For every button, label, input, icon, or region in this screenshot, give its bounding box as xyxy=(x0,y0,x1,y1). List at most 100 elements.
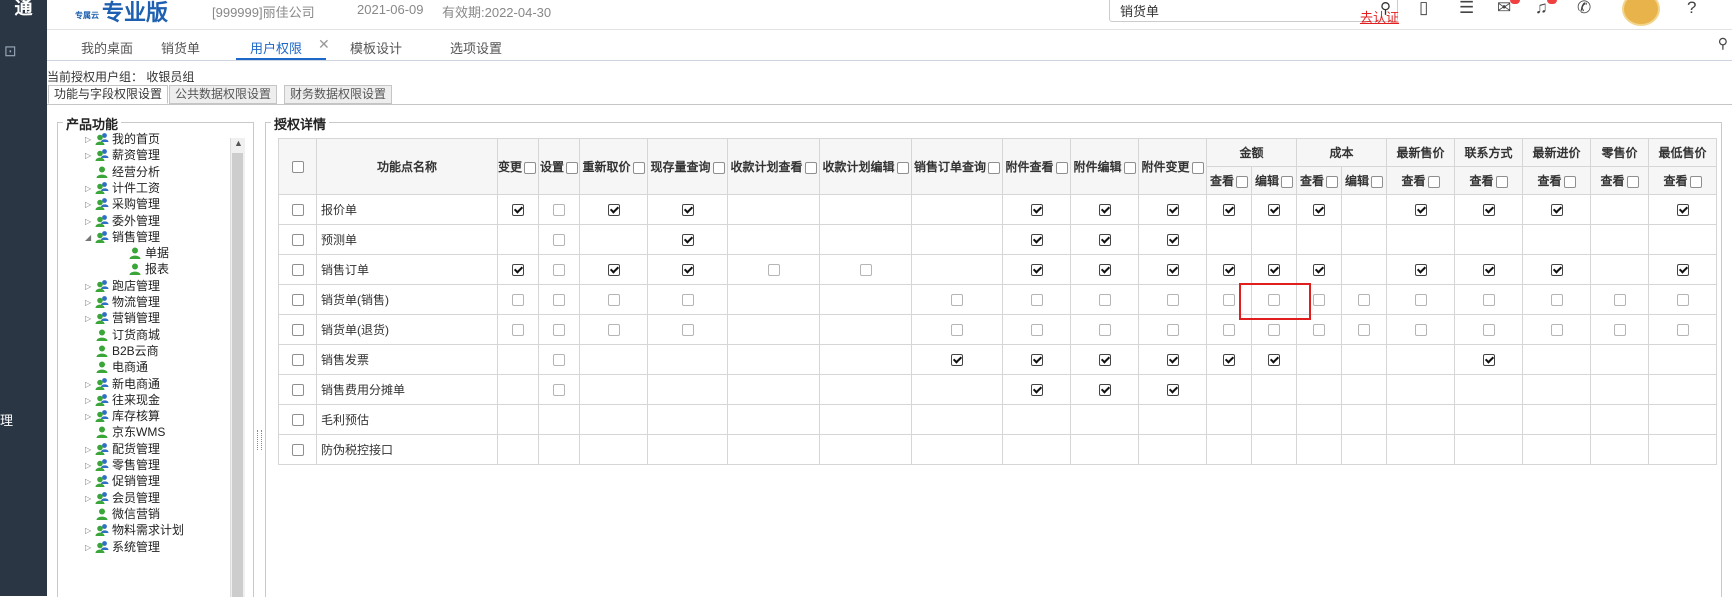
global-search[interactable]: ⚲ xyxy=(1109,0,1398,22)
column-header-checkbox[interactable] xyxy=(524,161,537,174)
permission-checkbox[interactable] xyxy=(1414,324,1427,337)
permission-checkbox-checked[interactable] xyxy=(681,264,694,277)
tree-item[interactable]: ▷ 配货管理 xyxy=(85,441,160,458)
tree-item[interactable]: 报表 xyxy=(118,261,169,278)
expand-arrow-icon[interactable]: ▷ xyxy=(85,473,95,490)
expand-arrow-icon[interactable]: ▷ xyxy=(85,196,95,213)
tree-item[interactable]: ▷ 我的首页 xyxy=(85,131,160,148)
tree-item[interactable]: ▷ 营销管理 xyxy=(85,310,160,327)
permission-checkbox-checked[interactable] xyxy=(1166,264,1179,277)
scroll-up-icon[interactable]: ▲ xyxy=(234,138,243,148)
permission-checkbox-checked[interactable] xyxy=(1223,264,1236,277)
permission-checkbox[interactable] xyxy=(512,294,524,307)
column-header-checkbox[interactable] xyxy=(1563,175,1576,188)
permission-checkbox[interactable] xyxy=(1482,324,1495,337)
permission-checkbox-checked[interactable] xyxy=(1268,264,1281,277)
tree-item[interactable]: ▷ 库存核算 xyxy=(85,408,160,425)
permission-checkbox[interactable] xyxy=(1550,294,1563,307)
permission-checkbox[interactable] xyxy=(1313,324,1326,337)
permission-checkbox[interactable] xyxy=(1676,294,1689,307)
column-header-checkbox[interactable] xyxy=(1427,175,1440,188)
permission-checkbox[interactable] xyxy=(553,294,566,307)
permission-checkbox-checked[interactable] xyxy=(1098,204,1111,217)
permission-checkbox-checked[interactable] xyxy=(1030,384,1043,397)
row-select-checkbox[interactable] xyxy=(291,354,304,367)
phone-device-icon[interactable]: ▯ xyxy=(1419,0,1428,18)
permission-checkbox[interactable] xyxy=(1313,294,1326,307)
row-select-checkbox[interactable] xyxy=(291,294,304,307)
permission-checkbox-checked[interactable] xyxy=(1676,204,1689,217)
permission-checkbox[interactable] xyxy=(1098,294,1111,307)
permission-checkbox[interactable] xyxy=(553,204,566,217)
permission-checkbox-checked[interactable] xyxy=(1098,354,1111,367)
tree-item[interactable]: ▷ 物料需求计划 xyxy=(85,522,184,539)
tab-option-settings[interactable]: 选项设置 xyxy=(450,38,502,57)
permission-checkbox[interactable] xyxy=(553,384,566,397)
auth-link[interactable]: 去认证 xyxy=(1360,7,1399,26)
tree-item[interactable]: ▷ 促销管理 xyxy=(85,473,160,490)
tree-scroll-thumb[interactable] xyxy=(232,153,243,597)
tab-user-permissions[interactable]: 用户权限 xyxy=(250,38,302,57)
permission-checkbox-checked[interactable] xyxy=(1550,264,1563,277)
expand-arrow-icon[interactable]: ▷ xyxy=(85,522,95,539)
permission-checkbox-checked[interactable] xyxy=(1482,354,1495,367)
expand-arrow-icon[interactable]: ▷ xyxy=(85,490,95,507)
search-input[interactable] xyxy=(1118,2,1362,19)
permission-checkbox-checked[interactable] xyxy=(1313,264,1326,277)
expand-arrow-icon[interactable]: ▷ xyxy=(85,310,95,327)
tree-item[interactable]: 单据 xyxy=(118,245,169,262)
permission-checkbox-checked[interactable] xyxy=(1030,204,1043,217)
tree-item[interactable]: ▷ 计件工资 xyxy=(85,180,160,197)
permission-checkbox[interactable] xyxy=(512,324,524,337)
column-header-checkbox[interactable] xyxy=(1123,161,1136,174)
column-header-checkbox[interactable] xyxy=(632,161,645,174)
row-select-checkbox[interactable] xyxy=(291,444,304,457)
permission-checkbox-checked[interactable] xyxy=(512,264,524,277)
row-select-checkbox[interactable] xyxy=(291,384,304,397)
permission-checkbox-checked[interactable] xyxy=(1166,354,1179,367)
row-select-checkbox[interactable] xyxy=(291,204,304,217)
permission-checkbox[interactable] xyxy=(1030,324,1043,337)
permission-checkbox[interactable] xyxy=(681,294,694,307)
permission-checkbox-checked[interactable] xyxy=(1268,354,1281,367)
permission-checkbox[interactable] xyxy=(553,354,566,367)
permission-checkbox-checked[interactable] xyxy=(1098,384,1111,397)
tab-search-icon[interactable]: ⚲ xyxy=(1718,35,1728,52)
permission-checkbox-checked[interactable] xyxy=(1098,234,1111,247)
column-header-checkbox[interactable] xyxy=(1371,175,1384,188)
tree-item[interactable]: ▷ 零售管理 xyxy=(85,457,160,474)
tree-item[interactable]: ▷ 会员管理 xyxy=(85,490,160,507)
tree-item[interactable]: 经营分析 xyxy=(85,164,160,181)
permission-checkbox[interactable] xyxy=(1223,324,1236,337)
permission-checkbox[interactable] xyxy=(1676,324,1689,337)
permission-checkbox[interactable] xyxy=(1223,294,1236,307)
expand-arrow-icon[interactable]: ▷ xyxy=(85,457,95,474)
avatar[interactable] xyxy=(1622,0,1660,26)
tree-scrollbar[interactable]: ▲ xyxy=(230,138,245,597)
column-header-checkbox[interactable] xyxy=(1689,175,1702,188)
bell-icon[interactable]: ♫ xyxy=(1535,0,1548,18)
permission-checkbox-checked[interactable] xyxy=(1550,204,1563,217)
tree-item[interactable]: ▷ 采购管理 xyxy=(85,196,160,213)
permission-checkbox[interactable] xyxy=(1550,324,1563,337)
tab-sales-delivery[interactable]: 销货单 xyxy=(161,38,200,57)
panel-splitter[interactable] xyxy=(257,430,262,450)
permission-checkbox-checked[interactable] xyxy=(1030,264,1043,277)
row-select-checkbox[interactable] xyxy=(291,264,304,277)
row-select-checkbox[interactable] xyxy=(291,234,304,247)
select-all-checkbox[interactable] xyxy=(291,161,304,174)
permission-checkbox[interactable] xyxy=(1613,294,1626,307)
permission-checkbox[interactable] xyxy=(1358,324,1371,337)
permission-checkbox[interactable] xyxy=(951,324,964,337)
permission-checkbox[interactable] xyxy=(1268,324,1281,337)
tree-item[interactable]: 电商通 xyxy=(85,359,148,376)
permission-checkbox-checked[interactable] xyxy=(1482,264,1495,277)
permission-checkbox[interactable] xyxy=(1482,294,1495,307)
permission-checkbox[interactable] xyxy=(1030,294,1043,307)
permission-checkbox-checked[interactable] xyxy=(1414,204,1427,217)
permission-checkbox[interactable] xyxy=(951,294,964,307)
permission-checkbox-checked[interactable] xyxy=(1030,234,1043,247)
permission-checkbox[interactable] xyxy=(1268,294,1281,307)
column-header-checkbox[interactable] xyxy=(712,161,725,174)
tab-my-desktop[interactable]: 我的桌面 xyxy=(81,38,133,57)
